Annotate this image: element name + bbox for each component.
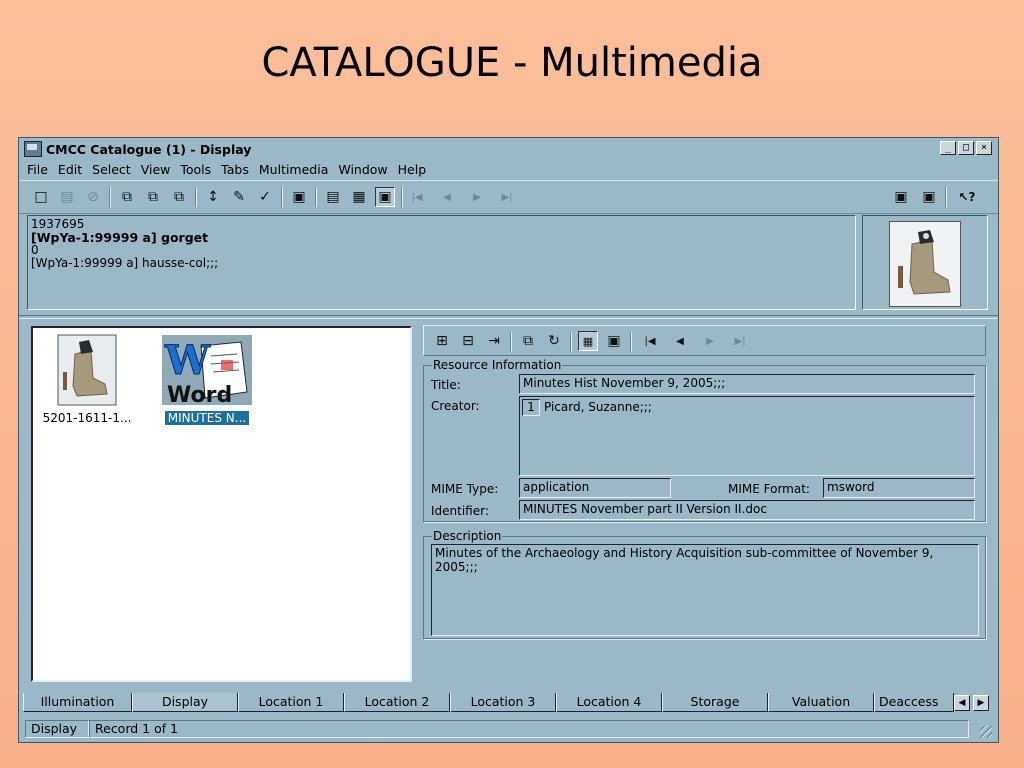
mime-format-field[interactable]: msword <box>823 478 975 498</box>
title-field[interactable]: Minutes Hist November 9, 2005;;; <box>519 374 975 394</box>
menu-edit[interactable]: Edit <box>58 162 82 177</box>
menu-tools[interactable]: Tools <box>180 162 211 177</box>
last-record-icon[interactable]: ▶| <box>497 187 517 207</box>
last-media-icon[interactable]: ▶| <box>730 331 750 351</box>
list-item[interactable]: W Word MINUTES N... <box>159 334 255 425</box>
edit-icon[interactable]: ✎ <box>229 187 249 207</box>
refresh-media-icon[interactable]: ↻ <box>544 331 564 351</box>
boot-thumbnail <box>57 334 117 406</box>
tab-illumination[interactable]: Illumination <box>23 693 132 712</box>
prev-media-icon[interactable]: ◀ <box>670 331 690 351</box>
list-item[interactable]: 5201-1611-1... <box>39 334 135 425</box>
paste-record-icon[interactable]: ⧉ <box>169 187 189 207</box>
menu-help[interactable]: Help <box>398 162 427 177</box>
app-icon <box>24 141 42 157</box>
prev-record-icon[interactable]: ◀ <box>437 187 457 207</box>
tab-location-1[interactable]: Location 1 <box>238 693 344 712</box>
status-bar: Display Record 1 of 1 <box>23 718 994 740</box>
tab-location-4[interactable]: Location 4 <box>556 693 662 712</box>
svg-text:Word: Word <box>167 383 232 406</box>
creator-label: Creator: <box>431 399 480 413</box>
mime-type-field[interactable]: application <box>519 478 671 498</box>
save-icon[interactable]: ▤ <box>57 187 77 207</box>
window-title: CMCC Catalogue (1) - Display <box>46 141 252 157</box>
window-1-icon[interactable]: ▣ <box>891 187 911 207</box>
menu-multimedia[interactable]: Multimedia <box>259 162 329 177</box>
description-text[interactable]: Minutes of the Archaeology and History A… <box>431 544 979 636</box>
tab-location-2[interactable]: Location 2 <box>344 693 450 712</box>
svg-text:W: W <box>164 337 211 384</box>
maximize-button[interactable]: □ <box>958 141 974 155</box>
copy-record-icon[interactable]: ⧉ <box>143 187 163 207</box>
description-group-label: Description <box>432 529 503 543</box>
disabled-icon[interactable]: ⊘ <box>83 187 103 207</box>
creator-index: 1 <box>522 399 540 416</box>
first-media-icon[interactable]: |◀ <box>640 331 660 351</box>
sort-icon[interactable]: ↕ <box>203 187 223 207</box>
resource-information-group: Resource Information Title: Minutes Hist… <box>423 358 986 522</box>
tab-scroll-left-icon[interactable]: ◀ <box>954 695 970 711</box>
description-group: Description Minutes of the Archaeology a… <box>423 529 986 639</box>
multimedia-view-icon[interactable]: ▣ <box>375 187 395 207</box>
mime-format-label: MIME Format: <box>728 482 810 496</box>
window-titlebar[interactable]: CMCC Catalogue (1) - Display _ □ × <box>19 138 998 160</box>
remove-media-icon[interactable]: ⊟ <box>458 331 478 351</box>
list-item-caption: 5201-1611-1... <box>42 411 132 425</box>
open-window-icon[interactable]: ⧉ <box>117 187 137 207</box>
next-record-icon[interactable]: ▶ <box>467 187 487 207</box>
tab-location-3[interactable]: Location 3 <box>450 693 556 712</box>
menu-window[interactable]: Window <box>338 162 387 177</box>
detail-toolbar: ⊞ ⊟ ⇥ ⧉ ↻ ▦ ▣ |◀ ◀ ▶ ▶| <box>423 325 986 356</box>
record-summary: 1937695 [WpYa-1:99999 a] gorget 0 [WpYa-… <box>27 215 856 310</box>
catalogue-window: CMCC Catalogue (1) - Display _ □ × File … <box>18 137 999 743</box>
word-document-icon: W Word <box>162 335 252 408</box>
resource-group-label: Resource Information <box>432 358 563 372</box>
tab-deaccess[interactable]: Deaccess <box>874 693 954 712</box>
help-pointer-icon[interactable]: ↖? <box>957 187 977 207</box>
splitter[interactable] <box>19 315 998 319</box>
menu-tabs[interactable]: Tabs <box>221 162 249 177</box>
list-item-caption: MINUTES N... <box>164 411 250 425</box>
identifier-label: Identifier: <box>431 504 489 518</box>
close-button[interactable]: × <box>976 141 992 155</box>
next-media-icon[interactable]: ▶ <box>700 331 720 351</box>
menu-view[interactable]: View <box>141 162 171 177</box>
window-2-icon[interactable]: ▣ <box>919 187 939 207</box>
record-line-4: [WpYa-1:99999 a] hausse-col;;; <box>31 256 219 270</box>
menu-bar: File Edit Select View Tools Tabs Multime… <box>19 160 998 179</box>
menu-file[interactable]: File <box>27 162 48 177</box>
properties-icon[interactable]: ⧉ <box>518 331 538 351</box>
status-record-count: Record 1 of 1 <box>89 720 969 738</box>
mime-type-label: MIME Type: <box>431 482 499 496</box>
multimedia-list: 5201-1611-1... W Word MINUTES N... <box>31 326 412 682</box>
main-toolbar: □ ▤ ⊘ ⧉ ⧉ ⧉ ↕ ✎ ✓ ▣ ▤ ▦ ▣ |◀ ◀ ▶ ▶| ▣ ▣ … <box>19 180 998 214</box>
slide-title: CATALOGUE - Multimedia <box>261 40 763 86</box>
tab-valuation[interactable]: Valuation <box>768 693 874 712</box>
tab-scroll-right-icon[interactable]: ▶ <box>973 695 989 711</box>
minimize-button[interactable]: _ <box>940 141 956 155</box>
creator-value: Picard, Suzanne;;; <box>544 400 652 414</box>
record-tabs: Illumination Display Location 1 Location… <box>23 693 998 713</box>
list-view-icon[interactable]: ▤ <box>323 187 343 207</box>
tab-display[interactable]: Display <box>132 693 238 712</box>
resize-grip-icon[interactable] <box>980 726 992 738</box>
import-media-icon[interactable]: ⇥ <box>484 331 504 351</box>
menu-select[interactable]: Select <box>92 162 131 177</box>
detail-view-icon[interactable]: ▣ <box>604 331 624 351</box>
status-mode: Display <box>25 720 89 738</box>
grid-view-icon[interactable]: ▦ <box>349 187 369 207</box>
record-thumbnail-panel <box>862 215 988 310</box>
title-label: Title: <box>431 378 461 392</box>
tab-storage[interactable]: Storage <box>662 693 768 712</box>
spell-check-icon[interactable]: ✓ <box>255 187 275 207</box>
form-view-icon[interactable]: ▣ <box>289 187 309 207</box>
new-record-icon[interactable]: □ <box>31 187 51 207</box>
creator-list[interactable]: 1 Picard, Suzanne;;; <box>519 396 975 476</box>
add-media-icon[interactable]: ⊞ <box>432 331 452 351</box>
thumbnail-view-icon[interactable]: ▦ <box>578 331 598 351</box>
first-record-icon[interactable]: |◀ <box>407 187 427 207</box>
boot-thumbnail-image[interactable] <box>889 221 961 307</box>
record-heading: [WpYa-1:99999 a] gorget <box>31 230 209 245</box>
identifier-field[interactable]: MINUTES November part II Version II.doc <box>519 500 975 520</box>
